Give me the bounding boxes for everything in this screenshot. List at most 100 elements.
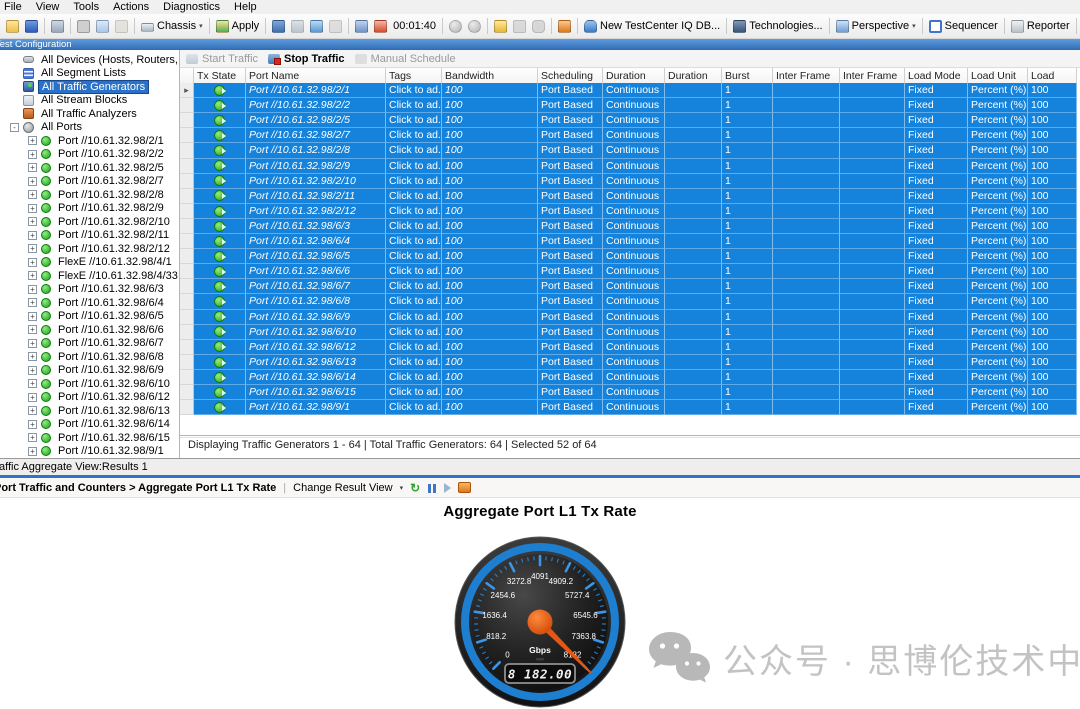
cell-port-name[interactable]: Port //10.61.32.98/6/8 <box>246 294 386 309</box>
cell-duration-mode[interactable]: Continuous <box>603 400 665 415</box>
cell-load[interactable]: 100 <box>1028 279 1077 294</box>
cell-inter-frame-gap[interactable] <box>773 143 840 158</box>
cell-tx-state[interactable] <box>194 400 246 415</box>
sidebar-item-all-traffic-analyzers[interactable]: All Traffic Analyzers <box>0 107 179 121</box>
cell-load-unit[interactable]: Percent (%) <box>968 370 1028 385</box>
cell-bandwidth-utilization[interactable]: 100 <box>442 204 538 219</box>
cell-bandwidth-utilization[interactable]: 100 <box>442 113 538 128</box>
cell-inter-frame-gap-unit[interactable] <box>840 279 905 294</box>
sidebar-item-port-10-61-32-98-6-10[interactable]: +Port //10.61.32.98/6/10 <box>0 377 179 391</box>
cell-bandwidth-utilization[interactable]: 100 <box>442 83 538 98</box>
cell-duration-mode[interactable]: Continuous <box>603 325 665 340</box>
cell-load[interactable]: 100 <box>1028 340 1077 355</box>
chevron-down-icon[interactable]: ▾ <box>400 484 404 492</box>
cell-load[interactable]: 100 <box>1028 264 1077 279</box>
cell-load[interactable]: 100 <box>1028 370 1077 385</box>
manual-schedule-button[interactable]: Manual Schedule <box>355 53 456 65</box>
cell-scheduling-mode[interactable]: Port Based <box>538 249 603 264</box>
cell-inter-frame-gap[interactable] <box>773 219 840 234</box>
cell-scheduling-mode[interactable]: Port Based <box>538 294 603 309</box>
expand-icon[interactable]: + <box>28 366 37 375</box>
cell-inter-frame-gap[interactable] <box>773 340 840 355</box>
cell-scheduling-mode[interactable]: Port Based <box>538 143 603 158</box>
row-selector[interactable] <box>180 174 194 189</box>
toolbar-button-subscribe-results[interactable] <box>307 18 326 35</box>
cell-duration[interactable] <box>665 264 722 279</box>
cell-burst-size[interactable]: 1 <box>722 249 773 264</box>
cell-load-mode[interactable]: Fixed <box>905 370 968 385</box>
cell-load-unit[interactable]: Percent (%) <box>968 355 1028 370</box>
row-selector[interactable] <box>180 204 194 219</box>
pause-icon[interactable] <box>427 483 437 493</box>
cell-tags[interactable]: Click to ad... <box>386 159 442 174</box>
cell-tx-state[interactable] <box>194 325 246 340</box>
cell-duration-mode[interactable]: Continuous <box>603 355 665 370</box>
play-icon[interactable] <box>444 483 451 493</box>
cell-inter-frame-gap[interactable] <box>773 128 840 143</box>
breadcrumb[interactable]: Port Traffic and Counters > Aggregate Po… <box>0 482 276 494</box>
expand-icon[interactable]: + <box>28 433 37 442</box>
cell-inter-frame-gap[interactable] <box>773 385 840 400</box>
sidebar-item-port-10-61-32-98-6-12[interactable]: +Port //10.61.32.98/6/12 <box>0 391 179 405</box>
cell-load-mode[interactable]: Fixed <box>905 219 968 234</box>
cell-inter-frame-gap[interactable] <box>773 279 840 294</box>
toolbar-button-paste[interactable] <box>112 18 131 35</box>
cell-port-name[interactable]: Port //10.61.32.98/2/12 <box>246 204 386 219</box>
cell-duration-mode[interactable]: Continuous <box>603 264 665 279</box>
cell-load-mode[interactable]: Fixed <box>905 264 968 279</box>
cell-bandwidth-utilization[interactable]: 100 <box>442 249 538 264</box>
toolbar-button-apply[interactable]: Apply <box>213 18 263 35</box>
cell-bandwidth-utilization[interactable]: 100 <box>442 294 538 309</box>
cell-tx-state[interactable] <box>194 83 246 98</box>
cell-port-name[interactable]: Port //10.61.32.98/6/6 <box>246 264 386 279</box>
cell-inter-frame-gap-unit[interactable] <box>840 310 905 325</box>
cell-duration-mode[interactable]: Continuous <box>603 128 665 143</box>
cell-inter-frame-gap[interactable] <box>773 234 840 249</box>
sidebar-item-flexe-10-61-32-98-4-33[interactable]: +FlexE //10.61.32.98/4/33 <box>0 269 179 283</box>
cell-inter-frame-gap-unit[interactable] <box>840 400 905 415</box>
stop-traffic-button[interactable]: Stop Traffic <box>268 53 345 65</box>
cell-load-unit[interactable]: Percent (%) <box>968 249 1028 264</box>
toolbar-button-save-as-template[interactable] <box>48 18 67 35</box>
row-selector[interactable] <box>180 325 194 340</box>
cell-burst-size[interactable]: 1 <box>722 400 773 415</box>
row-selector[interactable] <box>180 340 194 355</box>
cell-scheduling-mode[interactable]: Port Based <box>538 83 603 98</box>
toolbar-button-connect-chassis[interactable] <box>269 18 288 35</box>
sidebar-item-all-devices-hosts-routers[interactable]: All Devices (Hosts, Routers, ...) <box>0 53 179 67</box>
cell-inter-frame-gap[interactable] <box>773 264 840 279</box>
sidebar-item-port-10-61-32-98-6-14[interactable]: +Port //10.61.32.98/6/14 <box>0 418 179 432</box>
cell-load-unit[interactable]: Percent (%) <box>968 264 1028 279</box>
cell-inter-frame-gap[interactable] <box>773 83 840 98</box>
cell-load-mode[interactable]: Fixed <box>905 159 968 174</box>
cell-duration[interactable] <box>665 128 722 143</box>
cell-burst-size[interactable]: 1 <box>722 159 773 174</box>
cell-load[interactable]: 100 <box>1028 234 1077 249</box>
cell-port-name[interactable]: Port //10.61.32.98/2/1 <box>246 83 386 98</box>
toolbar-button-open[interactable] <box>3 18 22 35</box>
sidebar-item-port-10-61-32-98-6-4[interactable]: +Port //10.61.32.98/6/4 <box>0 296 179 310</box>
cell-load[interactable]: 100 <box>1028 219 1077 234</box>
cell-tx-state[interactable] <box>194 385 246 400</box>
cell-tx-state[interactable] <box>194 189 246 204</box>
toolbar-button-undo[interactable] <box>491 18 510 35</box>
cell-scheduling-mode[interactable]: Port Based <box>538 159 603 174</box>
toolbar-button-stop-devices[interactable] <box>371 18 390 35</box>
cell-burst-size[interactable]: 1 <box>722 113 773 128</box>
cell-load-mode[interactable]: Fixed <box>905 355 968 370</box>
cell-scheduling-mode[interactable]: Port Based <box>538 340 603 355</box>
cell-tx-state[interactable] <box>194 234 246 249</box>
expand-icon[interactable]: + <box>28 447 37 456</box>
cell-load[interactable]: 100 <box>1028 143 1077 158</box>
cell-duration[interactable] <box>665 340 722 355</box>
cell-inter-frame-gap[interactable] <box>773 159 840 174</box>
cell-bandwidth-utilization[interactable]: 100 <box>442 143 538 158</box>
cell-inter-frame-gap-unit[interactable] <box>840 234 905 249</box>
cell-bandwidth-utilization[interactable]: 100 <box>442 128 538 143</box>
cell-port-name[interactable]: Port //10.61.32.98/6/14 <box>246 370 386 385</box>
cell-tx-state[interactable] <box>194 143 246 158</box>
cell-tags[interactable]: Click to ad... <box>386 310 442 325</box>
cell-burst-size[interactable]: 1 <box>722 310 773 325</box>
cell-load-unit[interactable]: Percent (%) <box>968 83 1028 98</box>
collapse-icon[interactable]: - <box>10 123 19 132</box>
